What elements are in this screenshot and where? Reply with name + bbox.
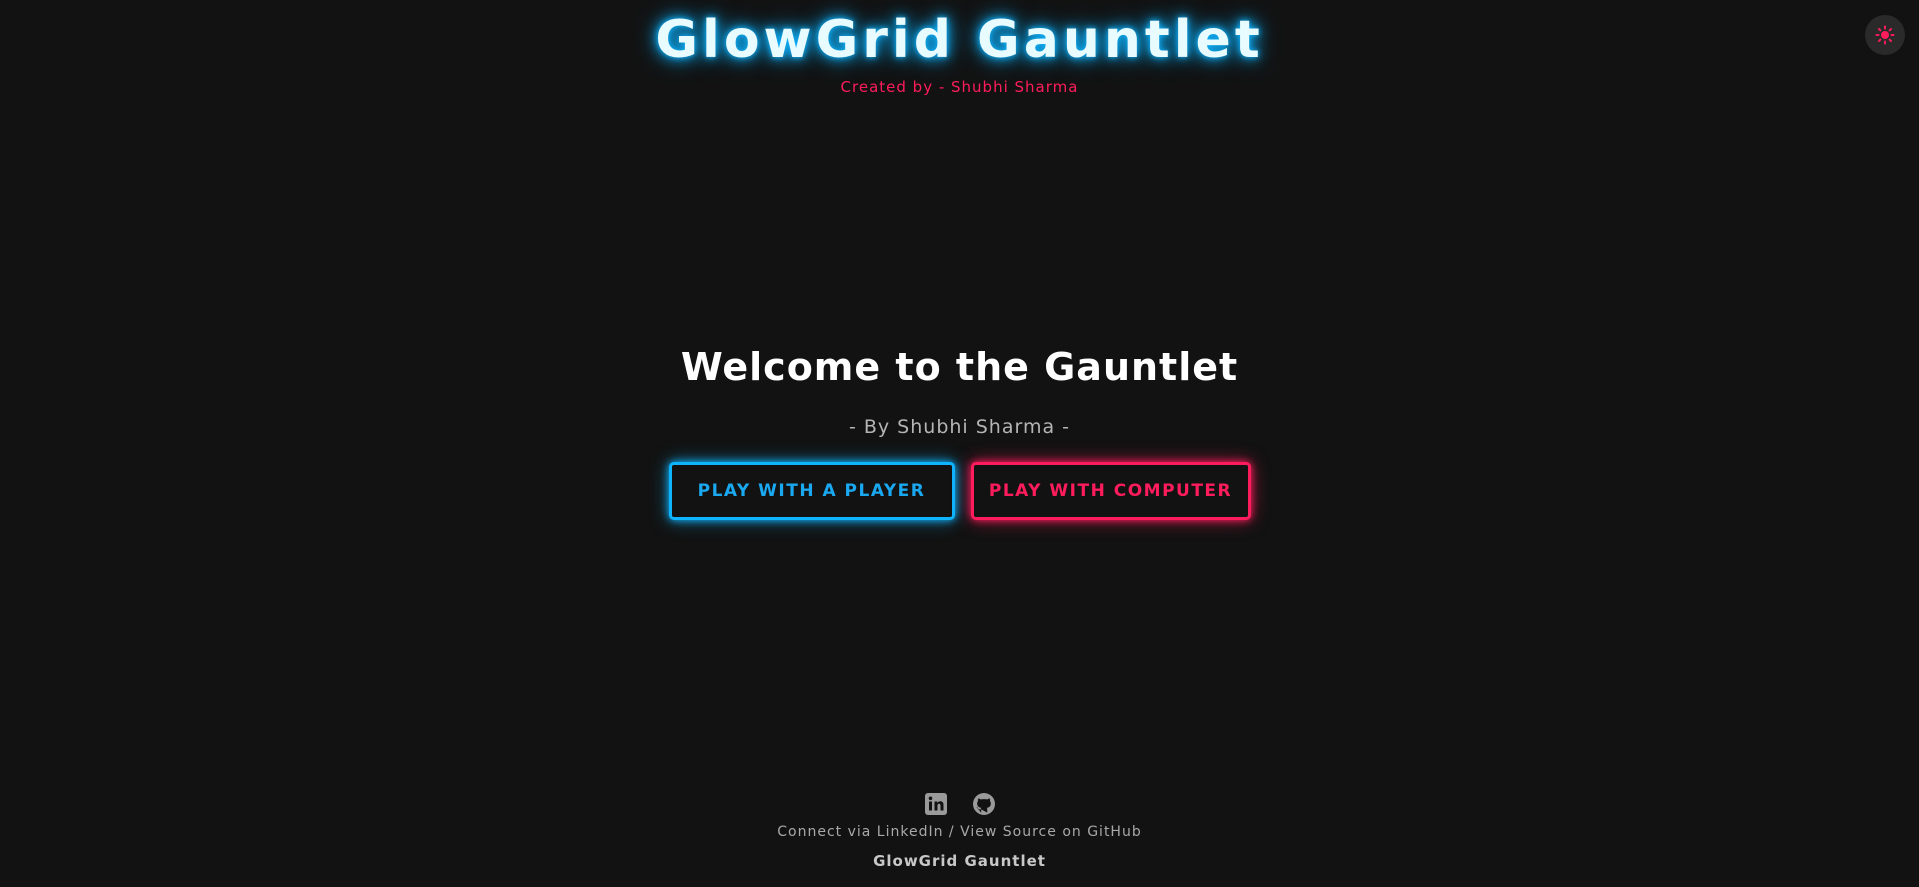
creator-credit: Created by - Shubhi Sharma [840,78,1079,96]
linkedin-link[interactable]: Connect via LinkedIn [777,824,943,840]
connect-links: Connect via LinkedIn / View Source on Gi… [0,824,1919,840]
footer-app-name: GlowGrid Gauntlet [873,852,1046,870]
welcome-section: Welcome to the Gauntlet - By Shubhi Shar… [0,340,1919,520]
mode-buttons: PLAY WITH A PLAYER PLAY WITH COMPUTER [0,462,1919,520]
github-link[interactable]: View Source on GitHub [960,824,1142,840]
play-with-computer-button[interactable]: PLAY WITH COMPUTER [970,462,1251,520]
sun-icon [1875,25,1895,45]
social-links [0,792,1919,818]
header: GlowGrid Gauntlet Created by - Shubhi Sh… [0,0,1919,96]
app-title: GlowGrid Gauntlet [655,10,1264,70]
github-icon[interactable] [972,792,996,816]
author-byline: - By Shubhi Sharma - [848,416,1071,438]
footer: Connect via LinkedIn / View Source on Gi… [0,792,1919,870]
link-separator: / [943,824,961,840]
theme-toggle-button[interactable] [1865,15,1905,55]
play-with-player-button[interactable]: PLAY WITH A PLAYER [668,462,955,520]
linkedin-icon[interactable] [924,792,948,816]
welcome-heading: Welcome to the Gauntlet [680,345,1239,389]
